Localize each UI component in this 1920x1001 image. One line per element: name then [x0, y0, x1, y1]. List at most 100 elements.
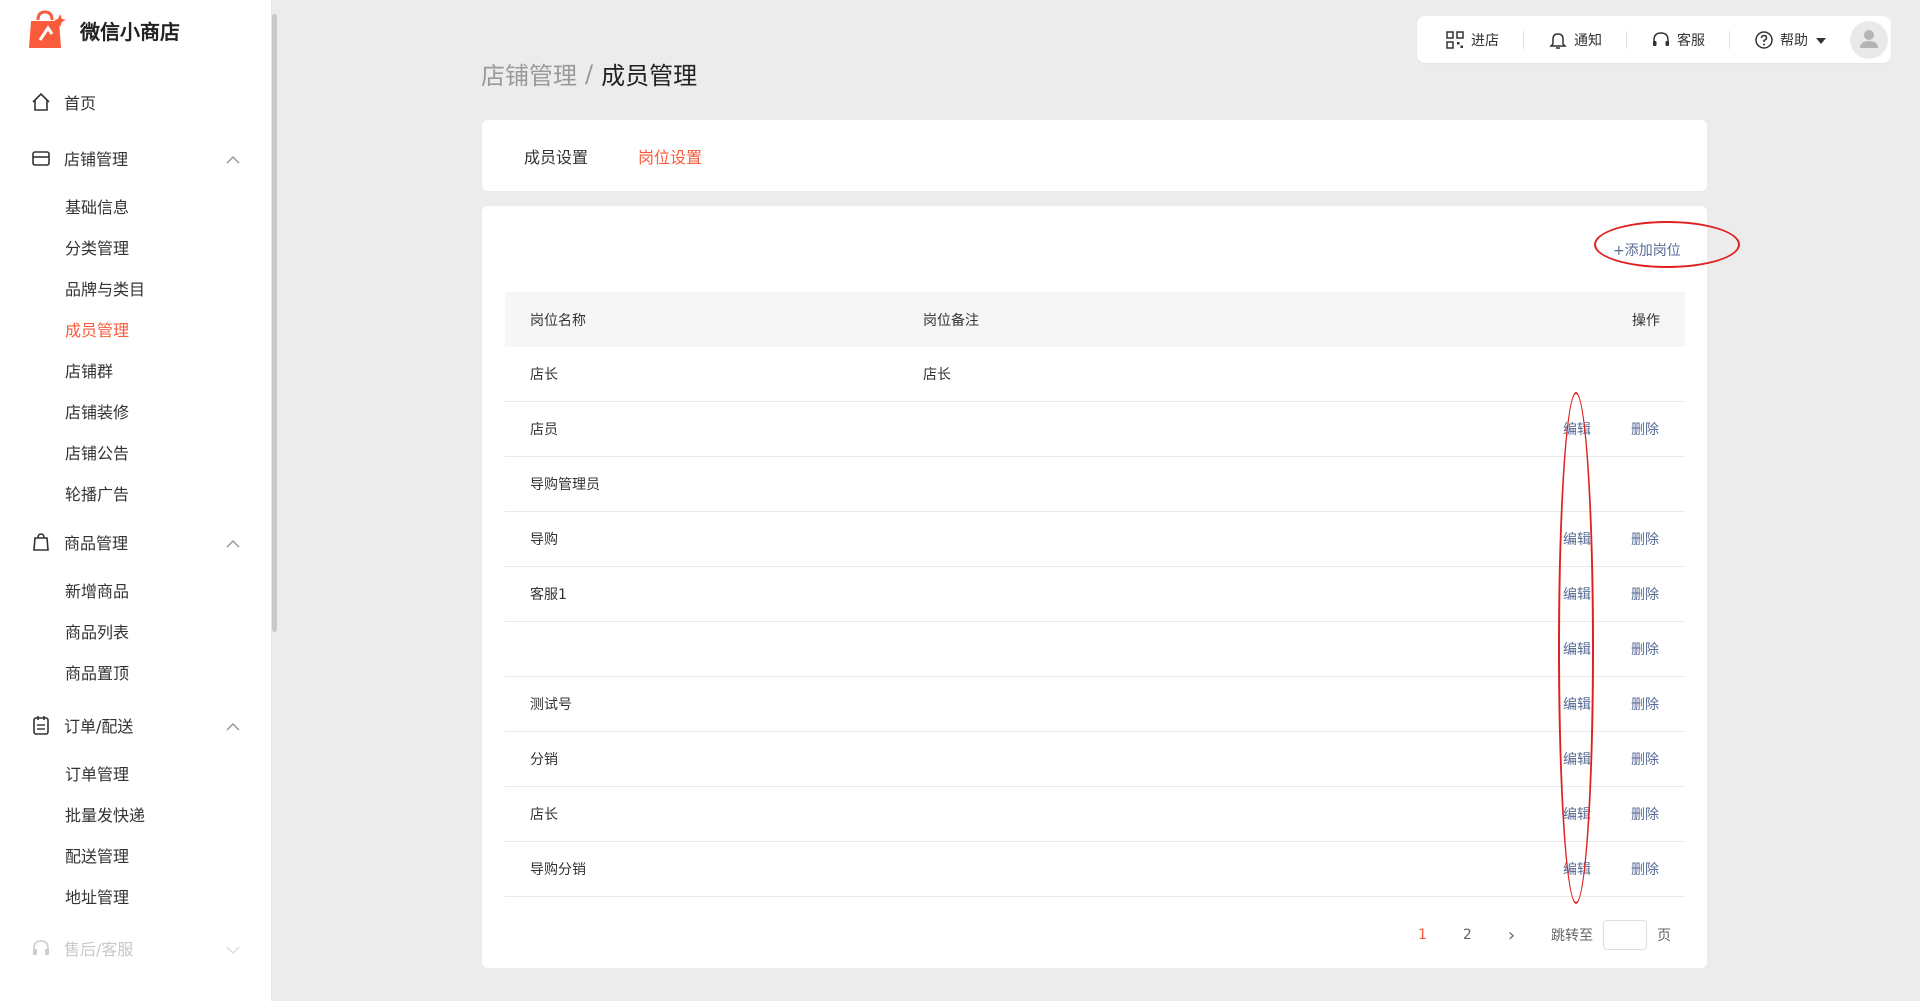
delete-button[interactable]: 删除 [1631, 804, 1659, 824]
table-body: 店长 店长 店员 编辑 删除 导购管理员 导购 编辑 删除 客服1 编辑 删除 编辑 删除 测试号 编辑 删除分… [505, 347, 1685, 897]
toolbar-divider [1729, 30, 1730, 49]
nav-orders-label: 订单/配送 [64, 717, 134, 736]
sidebar-item-brands[interactable]: 品牌与类目 [65, 276, 145, 300]
table-row: 编辑 删除 [505, 622, 1685, 677]
sidebar-item-goods-top[interactable]: 商品置顶 [65, 660, 129, 684]
nav-home[interactable]: 首页 [30, 90, 240, 114]
sidebar-item-new-goods[interactable]: 新增商品 [65, 578, 129, 602]
headset-icon [1651, 30, 1671, 50]
position-name: 店长 [530, 367, 558, 383]
toolbar-divider [1626, 30, 1627, 49]
next-page-icon[interactable]: › [1508, 925, 1515, 946]
edit-button[interactable]: 编辑 [1563, 529, 1591, 549]
sidebar-scrollbar[interactable] [272, 14, 277, 632]
nav-after-sales-label: 售后/客服 [64, 940, 134, 959]
tab-member-settings[interactable]: 成员设置 [524, 144, 588, 168]
user-icon [1857, 26, 1881, 54]
delete-button[interactable]: 删除 [1631, 419, 1659, 439]
sidebar-item-goods-list[interactable]: 商品列表 [65, 619, 129, 643]
sidebar-item-categories[interactable]: 分类管理 [65, 235, 129, 259]
table-row: 客服1 编辑 删除 [505, 567, 1685, 622]
customer-service-label: 客服 [1677, 32, 1705, 49]
sidebar-item-decoration[interactable]: 店铺装修 [65, 399, 129, 423]
header-op: 操作 [1632, 312, 1660, 329]
nav-shop-management[interactable]: 店铺管理 [30, 146, 240, 170]
breadcrumb-parent[interactable]: 店铺管理 [481, 56, 577, 91]
sidebar-item-delivery[interactable]: 配送管理 [65, 843, 129, 867]
position-name: 导购 [530, 532, 558, 548]
page-jump-input[interactable] [1603, 920, 1648, 950]
page-2[interactable]: 2 [1463, 927, 1472, 943]
tabs-bar: 成员设置 岗位设置 [482, 120, 1707, 191]
help-menu[interactable]: 帮助 [1754, 30, 1826, 50]
edit-button[interactable]: 编辑 [1563, 584, 1591, 604]
sidebar-item-order-management[interactable]: 订单管理 [65, 761, 129, 785]
header-name: 岗位名称 [530, 312, 586, 329]
position-name: 分销 [530, 752, 558, 768]
edit-button[interactable]: 编辑 [1563, 694, 1591, 714]
delete-button[interactable]: 删除 [1631, 639, 1659, 659]
notification-button[interactable]: 通知 [1548, 30, 1602, 50]
sidebar: 微信小商店 首页 店铺管理 基础信息 分类管理 品牌与类目 成员管理 店铺群 店… [0, 0, 272, 1001]
table-row: 测试号 编辑 删除 [505, 677, 1685, 732]
delete-button[interactable]: 删除 [1631, 749, 1659, 769]
table-header: 岗位名称 岗位备注 操作 [505, 292, 1685, 347]
notification-label: 通知 [1574, 32, 1602, 49]
nav-goods-management[interactable]: 商品管理 [30, 530, 240, 554]
help-circle-icon [1754, 30, 1774, 50]
toolbar-divider [1523, 30, 1524, 49]
tab-position-settings[interactable]: 岗位设置 [638, 144, 702, 168]
delete-button[interactable]: 删除 [1631, 694, 1659, 714]
shop-icon [30, 147, 52, 169]
page-title: 成员管理 [601, 62, 698, 90]
edit-button[interactable]: 编辑 [1563, 859, 1591, 879]
position-name: 导购分销 [530, 862, 586, 878]
chevron-up-icon[interactable] [226, 534, 240, 553]
bell-icon [1548, 30, 1568, 50]
table-row: 导购 编辑 删除 [505, 512, 1685, 567]
sidebar-item-batch-express[interactable]: 批量发快递 [65, 802, 145, 826]
delete-button[interactable]: 删除 [1631, 529, 1659, 549]
table-row: 分销 编辑 删除 [505, 732, 1685, 787]
breadcrumb-separator: / [585, 59, 594, 88]
chevron-up-icon[interactable] [226, 717, 240, 736]
sidebar-item-notice[interactable]: 店铺公告 [65, 440, 129, 464]
sidebar-item-banner[interactable]: 轮播广告 [65, 481, 129, 505]
chevron-up-icon[interactable] [226, 150, 240, 169]
app-name: 微信小商店 [80, 19, 180, 44]
jump-label: 跳转至 [1551, 928, 1594, 944]
delete-button[interactable]: 删除 [1631, 584, 1659, 604]
chevron-down-icon[interactable] [226, 940, 240, 959]
bag-icon [30, 531, 52, 553]
breadcrumb: 店铺管理 / 成员管理 [481, 56, 697, 91]
home-icon [30, 91, 52, 113]
edit-button[interactable]: 编辑 [1563, 804, 1591, 824]
edit-button[interactable]: 编辑 [1563, 419, 1591, 439]
headset-icon [30, 937, 52, 959]
customer-service-button[interactable]: 客服 [1651, 30, 1705, 50]
delete-button[interactable]: 删除 [1631, 859, 1659, 879]
sidebar-item-basic-info[interactable]: 基础信息 [65, 194, 129, 218]
sidebar-item-address[interactable]: 地址管理 [65, 884, 129, 908]
page-1[interactable]: 1 [1418, 927, 1427, 943]
edit-button[interactable]: 编辑 [1563, 749, 1591, 769]
nav-after-sales[interactable]: 售后/客服 [30, 936, 240, 960]
position-name: 客服1 [530, 587, 567, 603]
add-position-button[interactable]: +添加岗位 [1613, 240, 1681, 260]
table-row: 店长 编辑 删除 [505, 787, 1685, 842]
nav-shop-label: 店铺管理 [64, 150, 129, 169]
sidebar-item-members[interactable]: 成员管理 [65, 317, 129, 341]
sidebar-item-shop-group[interactable]: 店铺群 [65, 358, 113, 382]
header-note: 岗位备注 [923, 312, 979, 329]
app-logo[interactable]: 微信小商店 [28, 10, 180, 50]
top-toolbar: 进店 通知 客服 帮助 [1417, 16, 1891, 63]
enter-shop-button[interactable]: 进店 [1445, 30, 1499, 50]
avatar[interactable] [1850, 20, 1888, 59]
clipboard-icon [30, 714, 52, 736]
positions-table: 岗位名称 岗位备注 操作 店长 店长 店员 编辑 删除 导购管理员 导购 编辑 删除 客服1 编辑删… [505, 292, 1685, 897]
position-note: 店长 [923, 367, 951, 383]
pagination: 1 2 › 跳转至 页 [1418, 920, 1671, 950]
nav-goods-label: 商品管理 [64, 534, 129, 553]
edit-button[interactable]: 编辑 [1563, 639, 1591, 659]
nav-orders[interactable]: 订单/配送 [30, 713, 240, 737]
